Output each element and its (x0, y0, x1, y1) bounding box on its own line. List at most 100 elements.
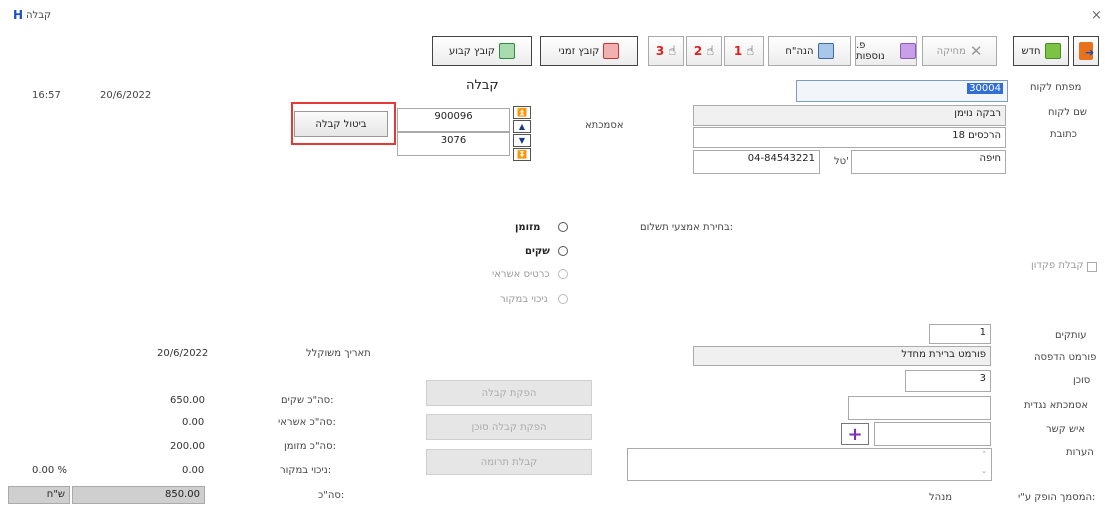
customer-key-label: מפתח לקוח (1030, 82, 1082, 93)
currency-field: ש"ח (8, 486, 70, 504)
copy3-label: 3 (655, 44, 665, 58)
agent-field[interactable]: 3 (905, 370, 991, 392)
app-logo-icon: H (13, 8, 24, 22)
issue-agent-receipt-button[interactable]: הפקת קבלה סוכן (426, 414, 592, 440)
withholding-radio[interactable] (558, 294, 568, 304)
checks-label: שקים (525, 246, 550, 257)
calculator-icon (817, 43, 834, 59)
time-text: 16:57 (32, 90, 61, 101)
weighted-date-value: 20/6/2022 (157, 348, 209, 359)
next-record-icon: ▼ (518, 136, 526, 145)
address-field[interactable]: הרכסים 18 (693, 127, 1006, 148)
customer-name-label: שם לקוח (1048, 107, 1087, 118)
issued-by-value: מנהל (929, 492, 953, 503)
copy2-label: 2 (693, 44, 703, 58)
clipboard-icon (900, 43, 916, 59)
last-record-button[interactable]: ⏬ (513, 148, 531, 161)
contact-field[interactable] (874, 422, 991, 446)
copies-label: עותקים (1055, 330, 1087, 341)
extra-fields-button[interactable]: פ. נוספות (855, 36, 917, 66)
notes-textarea[interactable]: ⌃ ⌄ (627, 448, 992, 481)
prev-record-button[interactable]: ▲ (513, 120, 531, 133)
copy1-button[interactable]: 1 ☝ (724, 36, 764, 66)
credit-card-radio[interactable] (558, 269, 568, 279)
delete-label: מחיקה (936, 45, 966, 57)
new-button[interactable]: חדש (1013, 36, 1069, 66)
print-format-field[interactable]: פורמט ברירת מחדל (693, 346, 991, 366)
credit-total-value: 0.00 (182, 417, 205, 428)
fixed-file-icon (499, 43, 516, 59)
deposit-receipt-checkbox[interactable] (1087, 262, 1097, 272)
new-label: חדש (1021, 45, 1041, 57)
exit-button[interactable]: ➜ (1073, 36, 1099, 66)
next-record-button[interactable]: ▼ (513, 134, 531, 147)
withholding-total-value: 0.00 (182, 465, 205, 476)
first-record-button[interactable]: ⏫ (513, 106, 531, 119)
fixed-file-label: קובץ קבוע (448, 45, 496, 57)
accounting-button[interactable]: הנה"ח (768, 36, 851, 66)
grand-total-field: 850.00 (72, 486, 205, 504)
last-record-icon: ⏬ (517, 150, 527, 159)
doc-number-field[interactable]: 900096 (397, 108, 510, 132)
issue-receipt-button[interactable]: הפקת קבלה (426, 380, 592, 406)
hand-pointer-icon: ☝ (746, 43, 755, 59)
add-contact-button[interactable]: + (841, 423, 869, 445)
print-format-label: פורמט הדפסה (1034, 352, 1097, 363)
donation-receipt-button[interactable]: קבלת תרומה (426, 449, 592, 475)
customer-key-value: 30004 (967, 83, 1003, 94)
customer-key-field[interactable]: 30004 (796, 80, 1008, 102)
withholding-label: ניכוי במקור (500, 294, 548, 305)
first-record-icon: ⏫ (517, 108, 527, 117)
close-icon[interactable]: × (1091, 8, 1102, 23)
contact-label: איש קשר (1046, 424, 1086, 435)
scroll-down-icon[interactable]: ⌄ (981, 467, 987, 475)
cash-total-value: 200.00 (170, 441, 205, 452)
grand-total-label: סה"כ: (318, 490, 345, 501)
phone-field[interactable]: 04-84543221 (693, 150, 820, 174)
notes-label: הערות (1066, 447, 1094, 458)
window-title: קבלה (26, 10, 52, 21)
prev-record-icon: ▲ (518, 122, 526, 131)
cash-total-label: סה"כ מזומן: (284, 441, 336, 452)
date-text: 20/6/2022 (100, 90, 152, 101)
delete-icon: ✕ (969, 42, 983, 60)
payment-method-label: בחירת אמצעי תשלום: (640, 222, 734, 233)
extra-fields-label: פ. נוספות (856, 40, 885, 62)
credit-card-label: כרטיס אשראי (492, 269, 550, 280)
counter-reference-field[interactable] (848, 396, 991, 420)
fixed-file-button[interactable]: קובץ קבוע (432, 36, 532, 66)
accounting-label: הנה"ח (785, 45, 814, 57)
withholding-percent: 0.00 % (32, 465, 67, 476)
cash-label: מזומן (515, 222, 541, 233)
exit-icon: ➜ (1079, 42, 1094, 60)
issued-by-label: המסמך הופק ע"י: (1018, 492, 1096, 503)
cancel-receipt-button[interactable]: ביטול קבלה (294, 111, 388, 137)
scroll-up-icon[interactable]: ⌃ (981, 450, 987, 458)
temp-file-icon (603, 43, 620, 59)
reference-label: אסמכתא (585, 120, 624, 131)
credit-total-label: סה"כ אשראי: (278, 417, 336, 428)
cash-radio[interactable] (558, 222, 568, 232)
temp-file-label: קובץ זמני (558, 45, 600, 57)
copy3-button[interactable]: 3 ☝ (648, 36, 684, 66)
deposit-receipt-label: קבלת פקדון (1031, 260, 1084, 271)
delete-button[interactable]: מחיקה ✕ (922, 36, 997, 66)
copy1-label: 1 (733, 44, 743, 58)
checks-radio[interactable] (558, 246, 568, 256)
hand-pointer-icon: ☝ (706, 43, 715, 59)
title-bar: H קבלה × (0, 0, 1105, 30)
customer-name-field[interactable]: רבקה נוימן (693, 105, 1006, 126)
address-label: כתובת (1050, 129, 1077, 140)
copy2-button[interactable]: 2 ☝ (686, 36, 722, 66)
hand-pointer-icon: ☝ (668, 43, 677, 59)
withholding-total-label: ניכוי במקור: (280, 465, 332, 476)
doc-second-field[interactable]: 3076 (397, 132, 510, 156)
phone-label: טל' (834, 156, 849, 167)
page-title: קבלה (466, 78, 499, 93)
copies-field[interactable]: 1 (929, 324, 991, 344)
weighted-date-label: תאריך משוקלל (306, 348, 371, 359)
checks-total-value: 650.00 (170, 395, 205, 406)
city-field[interactable]: חיפה (851, 150, 1006, 174)
temp-file-button[interactable]: קובץ זמני (540, 36, 638, 66)
agent-label: סוכן (1073, 375, 1091, 386)
